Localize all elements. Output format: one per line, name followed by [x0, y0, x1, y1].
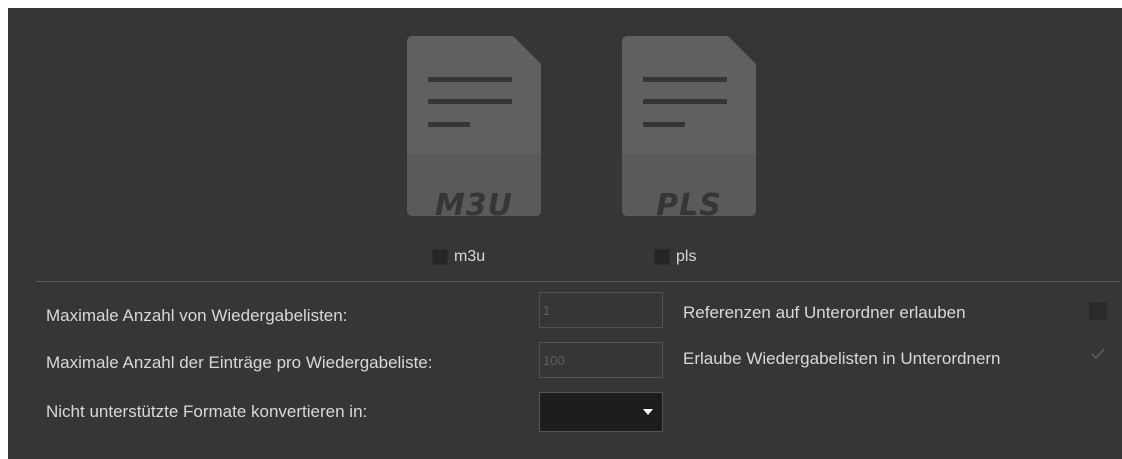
pls-checkbox-row[interactable]: pls	[654, 245, 696, 269]
pls-checkbox-label: pls	[676, 248, 697, 265]
pls-file-icon: PLS	[622, 36, 756, 223]
playlist-settings-panel: M3U PLS m3u pls Maximale Anzahl von Wied…	[8, 8, 1122, 459]
m3u-checkbox-row[interactable]: m3u	[432, 245, 485, 269]
pls-icon-text: PLS	[656, 188, 722, 223]
m3u-file-icon: M3U	[407, 36, 541, 223]
allow-subfolder-refs-label: Referenzen auf Unterordner erlauben	[683, 303, 966, 322]
allow-playlists-in-subfolders-checkbox[interactable]	[1090, 347, 1106, 361]
max-entries-label: Maximale Anzahl der Einträge pro Wiederg…	[46, 353, 433, 372]
convert-format-select[interactable]	[539, 392, 663, 432]
m3u-icon-text: M3U	[434, 188, 514, 223]
max-playlists-input[interactable]	[539, 292, 663, 328]
m3u-checkbox-label: m3u	[454, 248, 486, 265]
caret-down-icon	[643, 409, 653, 415]
max-playlists-label: Maximale Anzahl von Wiedergabelisten:	[46, 306, 348, 325]
allow-subfolder-refs-checkbox[interactable]	[1089, 302, 1107, 320]
max-entries-input[interactable]	[539, 342, 663, 378]
pls-checkbox[interactable]	[654, 249, 670, 265]
checkmark-icon	[1091, 348, 1105, 360]
allow-playlists-in-subfolders-label: Erlaube Wiedergabelisten in Unterordnern	[683, 349, 1001, 368]
section-divider	[36, 281, 1120, 282]
m3u-checkbox[interactable]	[432, 249, 448, 265]
convert-format-label: Nicht unterstützte Formate konvertieren …	[46, 402, 368, 421]
